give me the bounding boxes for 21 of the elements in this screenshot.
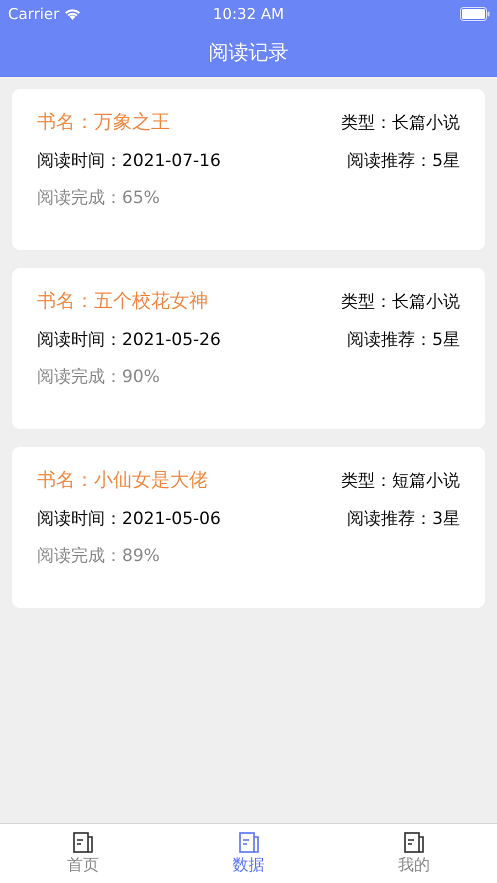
book-title: 书名：五个校花女神 [37, 289, 208, 314]
read-time: 阅读时间：2021-05-26 [37, 329, 221, 351]
status-time: 10:32 AM [212, 4, 284, 22]
document-icon [403, 832, 426, 854]
battery-icon [460, 6, 490, 20]
wifi-icon [64, 8, 82, 20]
read-time: 阅读时间：2021-05-06 [37, 508, 221, 530]
book-type: 类型：长篇小说 [341, 112, 460, 134]
document-icon [238, 832, 260, 854]
recommend-rating: 阅读推荐：3星 [347, 508, 460, 530]
book-title: 书名：小仙女是大佬 [37, 468, 208, 493]
book-type: 类型：长篇小说 [341, 290, 460, 312]
tab-item[interactable]: 数据 [166, 824, 332, 883]
book-type: 类型：短篇小说 [341, 470, 460, 492]
book-title: 书名：万象之王 [37, 110, 170, 135]
recommend-rating: 阅读推荐：5星 [347, 150, 460, 172]
carrier-label: Carrier [8, 4, 60, 22]
document-icon [72, 832, 94, 854]
nav-title: 阅读记录 [208, 38, 288, 66]
read-time: 阅读时间：2021-07-16 [37, 150, 221, 172]
recommend-rating: 阅读推荐：5星 [347, 329, 460, 351]
